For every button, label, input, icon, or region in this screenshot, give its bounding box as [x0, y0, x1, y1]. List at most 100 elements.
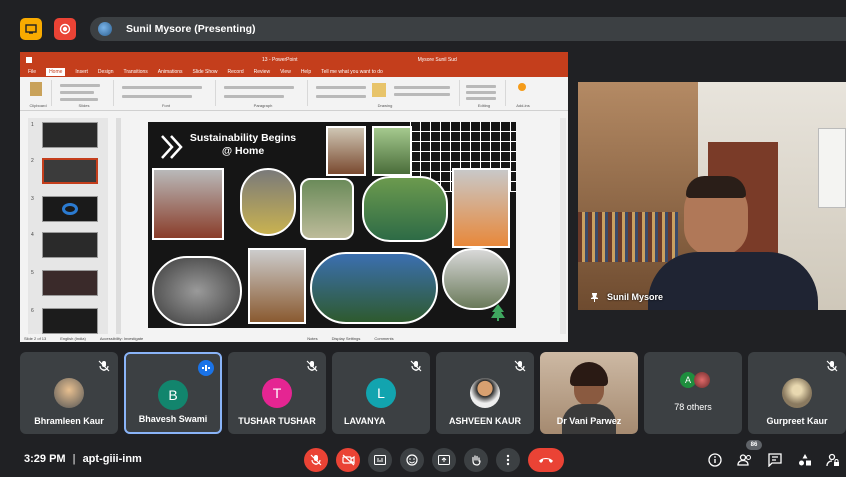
slide-photo: [442, 248, 510, 310]
menu-home[interactable]: Home: [46, 68, 66, 76]
slide-thumbnail[interactable]: [42, 122, 98, 148]
participant-name: Bhramleen Kaur: [34, 416, 104, 426]
slide-thumbnail[interactable]: [42, 196, 98, 222]
captions-button[interactable]: [368, 448, 392, 472]
others-tile[interactable]: A 78 others: [644, 352, 742, 434]
ribbon-clipboard: Clipboard: [24, 80, 52, 108]
ribbon-label-font: Font: [161, 103, 170, 108]
participant-name: LAVANYA: [344, 416, 386, 426]
menu-view[interactable]: View: [280, 69, 291, 75]
participant-tile[interactable]: Gurpreet Kaur: [748, 352, 846, 434]
speaking-indicator-icon: [198, 360, 214, 376]
menu-tell-me[interactable]: Tell me what you want to do: [321, 69, 383, 75]
menu-file[interactable]: File: [28, 69, 36, 75]
emoji-icon: [406, 454, 418, 466]
arrange-icon[interactable]: [372, 83, 386, 97]
separator: |: [72, 453, 76, 465]
slide-photo: [152, 256, 242, 326]
slide-photo: [300, 178, 354, 240]
mic-toggle-button[interactable]: [304, 448, 328, 472]
slide-thumbnail-selected[interactable]: [42, 158, 98, 184]
pin-icon[interactable]: [590, 292, 599, 302]
slide-number: 3: [31, 196, 34, 202]
present-button[interactable]: [432, 448, 456, 472]
participant-tile-video[interactable]: Dr Vani Parwez: [540, 352, 638, 434]
menu-help[interactable]: Help: [301, 69, 311, 75]
powerpoint-statusbar: Slide 2 of 13 English (India) Accessibil…: [20, 334, 568, 342]
menu-slideshow[interactable]: Slide Show: [193, 69, 218, 75]
slide-number: 2: [31, 158, 34, 164]
menu-transitions[interactable]: Transitions: [124, 69, 148, 75]
powerpoint-title: 13 - PowerPoint: [262, 56, 298, 63]
participant-tile[interactable]: L LAVANYA: [332, 352, 430, 434]
ribbon-label-clipboard: Clipboard: [29, 103, 47, 108]
presenter-name-label: Sunil Mysore: [590, 292, 663, 302]
status-language: English (India): [60, 335, 86, 341]
powerpoint-titlebar: 13 - PowerPoint Mysore Sunil Sud: [20, 52, 568, 67]
clock: 3:29 PM: [24, 453, 66, 465]
status-comments[interactable]: Comments: [374, 336, 393, 341]
participant-name: Bhavesh Swami: [138, 414, 208, 424]
slide-photo: [240, 168, 296, 236]
ribbon-font: Font: [116, 80, 216, 108]
addins-icon[interactable]: [518, 83, 526, 91]
participant-tile[interactable]: T TUSHAR TUSHAR: [228, 352, 326, 434]
status-display-settings[interactable]: Display Settings: [332, 336, 361, 341]
presenter-video[interactable]: Sunil Mysore: [578, 82, 846, 310]
participant-tile[interactable]: ASHVEEN KAUR: [436, 352, 534, 434]
present-screen-icon[interactable]: [20, 18, 42, 40]
presenter-name: Sunil Mysore: [607, 292, 664, 302]
status-accessibility[interactable]: Accessibility: Investigate: [100, 336, 143, 341]
info-icon: [708, 453, 722, 467]
others-count: 78 others: [674, 402, 712, 412]
menu-review[interactable]: Review: [254, 69, 270, 75]
thumbnails-scrollbar[interactable]: [116, 118, 121, 334]
slide-thumbnail[interactable]: [42, 270, 98, 296]
more-options-button[interactable]: [496, 448, 520, 472]
avatar: T: [262, 378, 292, 408]
slide-photo: [248, 248, 306, 324]
participant-tile-active[interactable]: B Bhavesh Swami: [124, 352, 222, 434]
record-icon[interactable]: [54, 18, 76, 40]
slide-thumbnails: 1 2 3 4 5 6: [28, 118, 108, 334]
ribbon-label-slides: Slides: [78, 103, 90, 108]
avatar: [470, 378, 500, 408]
menu-design[interactable]: Design: [98, 69, 114, 75]
tree-icon: [491, 304, 505, 321]
slide-thumbnail[interactable]: [42, 308, 98, 334]
captions-icon: [374, 455, 386, 465]
present-screen-icon: [438, 455, 450, 465]
ribbon-label-addins: Add-ins: [516, 103, 530, 108]
meeting-details-button[interactable]: [706, 451, 724, 469]
slide-scrollbar[interactable]: [560, 118, 566, 334]
participant-name: ASHVEEN KAUR: [448, 416, 521, 426]
chat-button[interactable]: [766, 451, 784, 469]
ribbon-editing: Editing: [462, 80, 506, 108]
raise-hand-button[interactable]: [464, 448, 488, 472]
participant-tile[interactable]: Bhramleen Kaur: [20, 352, 118, 434]
activities-button[interactable]: [796, 451, 814, 469]
slide-photo: [362, 176, 448, 242]
leave-call-button[interactable]: [528, 448, 564, 472]
top-bar: Sunil Mysore (Presenting): [0, 0, 846, 50]
people-button[interactable]: [736, 451, 754, 469]
menu-animations[interactable]: Animations: [158, 69, 183, 75]
menu-record[interactable]: Record: [228, 69, 244, 75]
activities-icon: [799, 454, 811, 466]
avatar: B: [158, 380, 188, 410]
emoji-button[interactable]: [400, 448, 424, 472]
save-icon: [26, 56, 32, 63]
status-notes[interactable]: Notes: [307, 336, 317, 341]
meeting-info: 3:29 PM | apt-giii-inm: [24, 453, 142, 465]
camera-toggle-button[interactable]: [336, 448, 360, 472]
presenter-avatar: [98, 22, 112, 36]
menu-insert[interactable]: Insert: [75, 69, 88, 75]
slide-thumbnail[interactable]: [42, 232, 98, 258]
paste-icon[interactable]: [30, 82, 42, 96]
more-vert-icon: [506, 454, 510, 466]
host-controls-button[interactable]: [824, 451, 842, 469]
mic-off-icon: [514, 360, 526, 372]
powerpoint-ribbon: Clipboard Slides Font Paragraph Drawing: [20, 77, 568, 111]
avatar: L: [366, 378, 396, 408]
participant-name: Gurpreet Kaur: [766, 416, 828, 426]
